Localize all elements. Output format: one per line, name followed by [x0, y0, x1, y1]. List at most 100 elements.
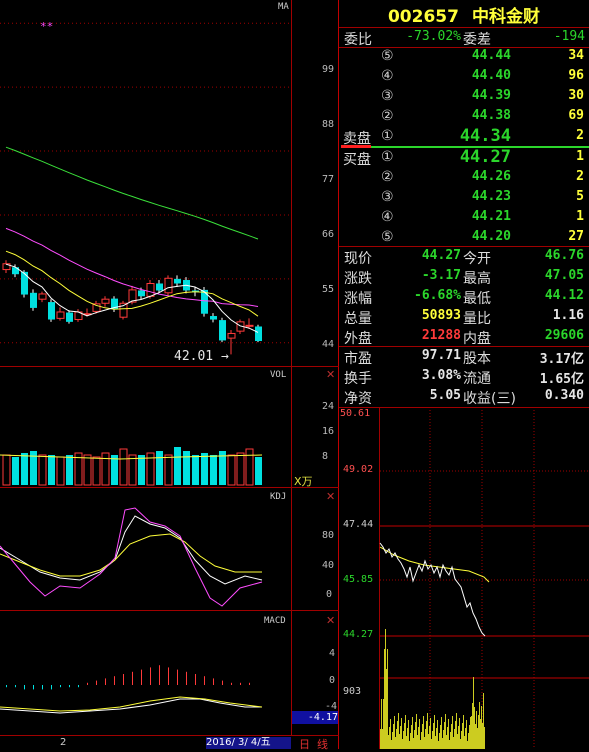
vol-close-icon[interactable]: ✕	[326, 368, 335, 381]
intraday-volume-bar	[390, 719, 391, 749]
bid-row[interactable]: ④ 44.21 1	[341, 208, 589, 228]
order-level: ③	[381, 88, 394, 104]
vol-unit-label: X万	[294, 475, 313, 488]
order-volume: 1	[576, 209, 584, 224]
tab-daily-1[interactable]: 日	[299, 736, 310, 752]
intraday-volume-bar	[429, 726, 430, 749]
volume-bar	[38, 454, 47, 486]
volume-bar	[101, 452, 110, 486]
intraday-chart[interactable]: 50.61 49.02 47.44 45.85 44.27 903	[339, 407, 589, 749]
volume-bar	[119, 448, 128, 486]
bid-row[interactable]: ③ 44.23 5	[341, 188, 589, 208]
ask-row[interactable]: ③ 44.39 30	[341, 87, 589, 107]
intraday-volume-bar	[392, 732, 393, 749]
intraday-volume-bar	[465, 728, 466, 749]
bid-row[interactable]: ① 44.27 1	[341, 147, 589, 168]
macd-dif-line	[0, 698, 262, 714]
intraday-volume-bar	[397, 721, 398, 749]
intraday-volume-bar	[407, 728, 408, 749]
macd-histogram-bar	[132, 671, 133, 685]
intraday-volume-bar	[423, 716, 424, 749]
kdj-close-icon[interactable]: ✕	[326, 490, 335, 503]
candlestick-chart[interactable]	[0, 0, 291, 366]
macd-histogram-bar	[123, 674, 124, 685]
volume-bar	[66, 455, 73, 485]
date-readout: 2016/ 3/ 4/五	[206, 737, 291, 749]
intraday-volume-bar	[421, 732, 422, 749]
macd-histogram-bar	[78, 685, 79, 688]
order-price: 44.21	[471, 209, 511, 224]
macd-histogram-bar	[33, 685, 34, 690]
bid-row[interactable]: ⑤ 44.20 27	[341, 228, 589, 248]
intraday-volume-bar	[437, 720, 438, 749]
candle	[227, 329, 236, 355]
intraday-volume-bar	[461, 731, 462, 749]
intraday-volume-bar	[404, 723, 405, 749]
quote-label: 总量	[344, 311, 372, 327]
left-chart-area[interactable]: MA ** 99 88 77 66 55 44 42.01 → VOL ✕ 24…	[0, 0, 339, 752]
intraday-volume-bar	[482, 723, 483, 749]
volume-bar	[21, 453, 28, 485]
quote-label: 净资	[344, 391, 372, 407]
price-axis-tick: 88	[322, 119, 335, 130]
order-level: ③	[381, 189, 394, 205]
volume-bar	[245, 448, 254, 486]
quote-value: -3.17	[421, 268, 461, 283]
macd-histogram-bar	[60, 685, 61, 688]
order-volume: 34	[568, 48, 584, 63]
intraday-volume-bar	[428, 734, 429, 749]
quote-row: 现价 44.27 今开 46.76	[341, 247, 589, 267]
stock-name: 中科金财	[472, 7, 541, 27]
quote-row: 市盈 97.71 股本 3.17亿	[341, 347, 589, 367]
macd-histogram-bar	[168, 667, 169, 685]
kdj-axis-tick: 0	[326, 589, 333, 600]
ask-row[interactable]: ④ 44.40 96	[341, 67, 589, 87]
macd-histogram-bar	[15, 685, 16, 688]
quote-value: 44.27	[421, 248, 461, 263]
intraday-volume-bar	[479, 702, 480, 749]
quote-label: 收益(三)	[463, 391, 516, 407]
quote-label: 换手	[344, 371, 372, 387]
macd-close-icon[interactable]: ✕	[326, 614, 335, 627]
intraday-volume-bar	[439, 733, 440, 749]
ask-row[interactable]: ② 44.38 69	[341, 107, 589, 127]
intraday-volume-bar	[464, 736, 465, 749]
volume-bar	[164, 454, 173, 486]
quote-label: 涨跌	[344, 271, 372, 287]
intraday-volume-bar	[391, 740, 392, 749]
volume-bar	[2, 454, 11, 486]
intraday-volume-bar	[382, 729, 383, 749]
intraday-volume-bar	[457, 734, 458, 749]
tab-daily-2[interactable]: 线	[317, 736, 328, 752]
quote-row: 换手 3.08% 流通 1.65亿	[341, 367, 589, 387]
ask-row[interactable]: ① 44.34 2	[341, 126, 589, 147]
volume-bar	[83, 454, 92, 486]
intraday-volume-bar	[418, 727, 419, 749]
intraday-volume-bar	[443, 730, 444, 749]
macd-histogram-bar	[240, 682, 241, 685]
intraday-volume-bar	[424, 737, 425, 749]
candle	[66, 310, 73, 324]
intraday-volume-bar	[398, 713, 399, 749]
ask-row[interactable]: ⑤ 44.44 34	[341, 47, 589, 67]
order-level: ①	[381, 128, 394, 144]
macd-histogram-bar	[51, 685, 52, 690]
intraday-volume-bar	[436, 728, 437, 749]
intraday-volume-bar	[427, 713, 428, 749]
bid-row[interactable]: ② 44.26 2	[341, 168, 589, 188]
volume-bar	[92, 456, 101, 486]
quote-label: 最高	[463, 271, 491, 287]
intraday-volume-bar	[420, 740, 421, 749]
intraday-volume-bar	[468, 733, 469, 749]
quote-label: 流通	[463, 371, 491, 387]
intraday-volume-bar	[412, 717, 413, 749]
quote-row: 涨幅 -6.68% 最低 44.12	[341, 287, 589, 307]
intraday-volume-bar	[426, 721, 427, 749]
price-axis-tick: 44	[322, 339, 335, 350]
intraday-volume-bar	[451, 724, 452, 749]
macd-histogram-bar	[24, 685, 25, 690]
order-price: 44.23	[471, 189, 511, 204]
intraday-volume-bar	[438, 741, 439, 749]
candle	[56, 307, 65, 321]
quote-label: 外盘	[344, 331, 372, 347]
